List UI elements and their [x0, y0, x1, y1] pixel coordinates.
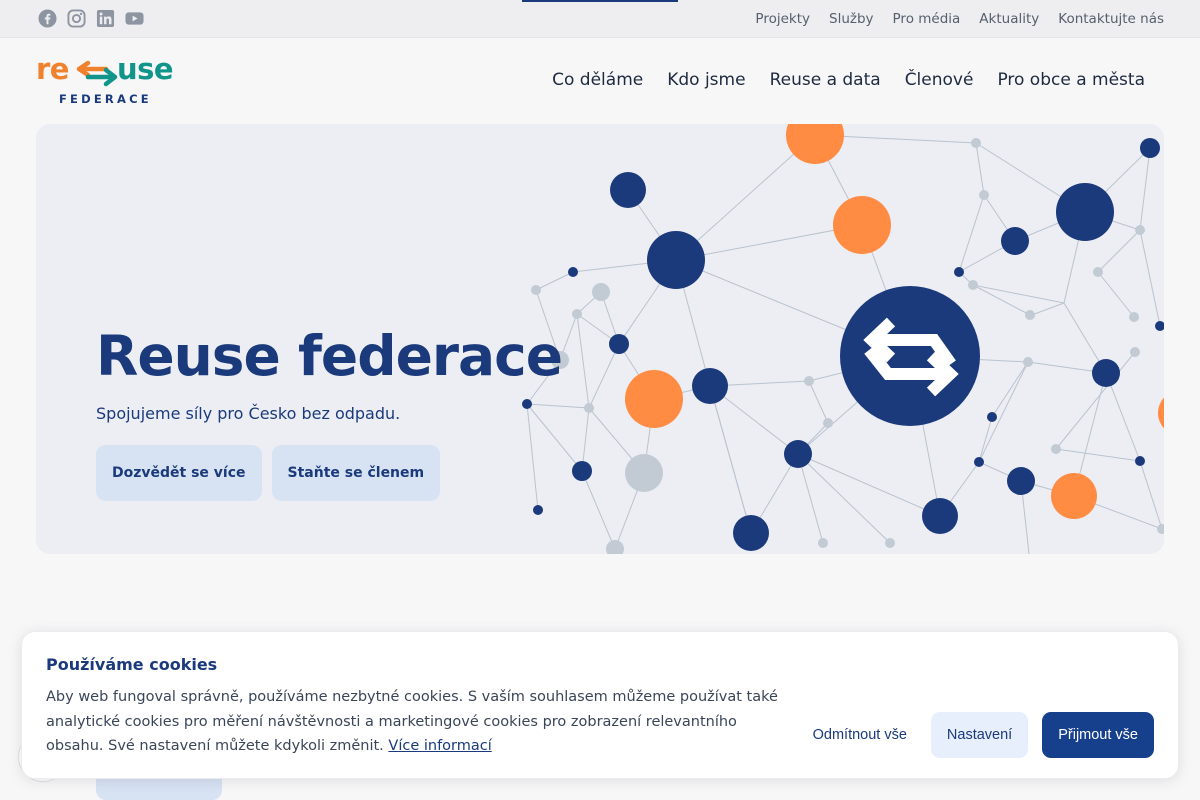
hero-section: Reuse federace Spojujeme síly pro Česko …	[36, 124, 1164, 554]
cookie-title: Používáme cookies	[46, 655, 218, 674]
utility-link-projekty[interactable]: Projekty	[755, 11, 810, 27]
utility-link-pro-media[interactable]: Pro média	[893, 11, 961, 27]
top-bar: Projekty Služby Pro média Aktuality Kont…	[0, 0, 1200, 38]
logo-subtitle: FEDERACE	[59, 92, 152, 106]
top-accent-line	[522, 0, 678, 2]
logo-text-use: use	[117, 52, 174, 86]
youtube-icon[interactable]	[125, 9, 144, 28]
hero-buttons: Dozvědět se více Staňte se členem	[96, 445, 441, 501]
hero-title: Reuse federace	[96, 324, 563, 388]
utility-link-kontakt[interactable]: Kontaktujte nás	[1058, 11, 1164, 27]
cookie-settings-button[interactable]: Nastavení	[930, 712, 1029, 758]
cookie-banner: Používáme cookies Aby web fungoval správ…	[21, 631, 1179, 779]
cookie-more-info-link[interactable]: Více informací	[388, 738, 491, 754]
nav-item-pro-obce[interactable]: Pro obce a města	[997, 70, 1145, 90]
nav-item-clenove[interactable]: Členové	[905, 70, 974, 90]
instagram-icon[interactable]	[67, 9, 86, 28]
utility-link-aktuality[interactable]: Aktuality	[979, 11, 1039, 27]
logo-arrows-icon	[76, 60, 118, 87]
nav-item-reuse-a-data[interactable]: Reuse a data	[770, 70, 881, 90]
logo-text-re: re	[36, 52, 69, 86]
social-links	[38, 9, 144, 28]
linkedin-icon[interactable]	[96, 9, 115, 28]
reject-all-button[interactable]: Odmítnout vše	[803, 712, 917, 758]
cookie-actions: Odmítnout vše Nastavení Přijmout vše	[803, 712, 1154, 758]
become-member-button[interactable]: Staňte se členem	[271, 445, 441, 501]
utility-link-sluzby[interactable]: Služby	[829, 11, 874, 27]
accept-all-button[interactable]: Přijmout vše	[1042, 712, 1154, 758]
learn-more-button[interactable]: Dozvědět se více	[96, 445, 262, 501]
main-nav: Co děláme Kdo jsme Reuse a data Členové …	[552, 70, 1145, 90]
facebook-icon[interactable]	[38, 9, 57, 28]
nav-item-kdo-jsme[interactable]: Kdo jsme	[667, 70, 745, 90]
hero-subtitle: Spojujeme síly pro Česko bez odpadu.	[96, 404, 401, 423]
utility-nav: Projekty Služby Pro média Aktuality Kont…	[755, 11, 1164, 27]
cookie-text: Aby web fungoval správně, používáme nezb…	[46, 685, 796, 759]
site-logo[interactable]: re use FEDERACE	[36, 52, 178, 108]
nav-item-co-delame[interactable]: Co děláme	[552, 70, 643, 90]
